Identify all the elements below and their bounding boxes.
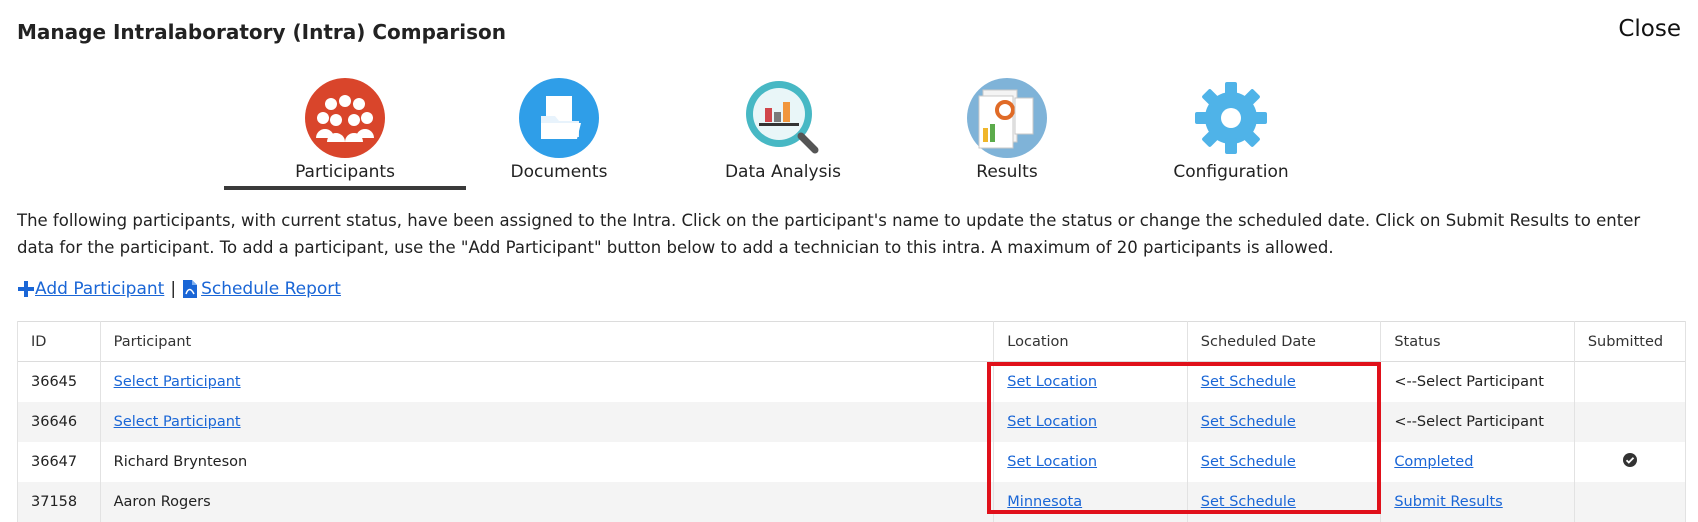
pdf-icon — [183, 280, 198, 298]
cell-id: 36646 — [17, 401, 101, 442]
tab-data-analysis[interactable]: Data Analysis — [662, 72, 904, 192]
schedule-report-label: Schedule Report — [201, 279, 341, 299]
cell-id: 37158 — [17, 481, 101, 522]
cell-id: 36647 — [17, 441, 101, 482]
documents-icon — [519, 78, 599, 158]
set-schedule-link[interactable]: Set Schedule — [1201, 494, 1296, 510]
completed-status-link[interactable]: Completed — [1394, 454, 1473, 470]
action-links: Add Participant | Schedule Report — [17, 279, 341, 299]
active-tab-underline — [224, 186, 466, 190]
submit-results-link[interactable]: Submit Results — [1394, 494, 1502, 510]
tab-configuration-label: Configuration — [1173, 162, 1289, 182]
set-schedule-link[interactable]: Set Schedule — [1201, 454, 1296, 470]
cell-submitted — [1573, 481, 1687, 522]
cell-submitted — [1573, 441, 1687, 482]
tab-participants[interactable]: Participants — [224, 72, 466, 192]
link-separator: | — [170, 279, 177, 299]
add-participant-link[interactable]: Add Participant — [17, 279, 164, 299]
results-icon — [967, 78, 1047, 158]
configuration-gear-icon — [1195, 82, 1267, 154]
column-header-submitted[interactable]: Submitted — [1573, 321, 1687, 362]
close-button[interactable]: Close — [1618, 16, 1681, 42]
schedule-report-link[interactable]: Schedule Report — [182, 279, 341, 299]
cell-submitted — [1573, 401, 1687, 442]
cell-status: <--Select Participant — [1380, 361, 1575, 402]
cell-submitted — [1573, 361, 1687, 402]
table-row: 36647 Richard Brynteson Set Location Set… — [17, 441, 1687, 482]
table-row: 36646 Select Participant Set Location Se… — [17, 401, 1687, 442]
column-header-status[interactable]: Status — [1380, 321, 1575, 362]
column-header-participant[interactable]: Participant — [99, 321, 995, 362]
select-participant-link[interactable]: Select Participant — [114, 374, 241, 390]
set-location-link[interactable]: Set Location — [1007, 374, 1097, 390]
cell-participant: Richard Brynteson — [99, 441, 995, 482]
tab-documents[interactable]: Documents — [438, 72, 680, 192]
tab-results-label: Results — [976, 162, 1038, 182]
plus-icon — [18, 281, 34, 297]
select-participant-link[interactable]: Select Participant — [114, 414, 241, 430]
cell-status: <--Select Participant — [1380, 401, 1575, 442]
set-location-link[interactable]: Set Location — [1007, 454, 1097, 470]
tab-bar: Participants Documents Data Analysis Res… — [0, 72, 1698, 192]
cell-participant: Aaron Rogers — [99, 481, 995, 522]
tab-data-analysis-label: Data Analysis — [724, 162, 842, 182]
column-header-location[interactable]: Location — [993, 321, 1188, 362]
data-analysis-icon — [746, 81, 819, 154]
table-row: 36645 Select Participant Set Location Se… — [17, 361, 1687, 402]
cell-id: 36645 — [17, 361, 101, 402]
location-link[interactable]: Minnesota — [1007, 494, 1082, 510]
table-header-row: ID Participant Location Scheduled Date S… — [17, 321, 1687, 362]
tab-documents-label: Documents — [510, 162, 608, 182]
column-header-scheduled-date[interactable]: Scheduled Date — [1186, 321, 1382, 362]
add-participant-label: Add Participant — [35, 279, 165, 299]
page-title: Manage Intralaboratory (Intra) Compariso… — [17, 20, 507, 44]
check-circle-icon — [1622, 452, 1637, 467]
participants-icon — [305, 78, 385, 158]
set-schedule-link[interactable]: Set Schedule — [1201, 374, 1296, 390]
instructions-text: The following participants, with current… — [17, 211, 1641, 257]
set-schedule-link[interactable]: Set Schedule — [1201, 414, 1296, 430]
tab-configuration[interactable]: Configuration — [1110, 72, 1352, 192]
table-row: 37158 Aaron Rogers Minnesota Set Schedul… — [17, 481, 1687, 522]
set-location-link[interactable]: Set Location — [1007, 414, 1097, 430]
participants-table: ID Participant Location Scheduled Date S… — [17, 321, 1687, 522]
tab-results[interactable]: Results — [886, 72, 1128, 192]
column-header-id[interactable]: ID — [17, 321, 101, 362]
tab-participants-label: Participants — [295, 162, 395, 182]
